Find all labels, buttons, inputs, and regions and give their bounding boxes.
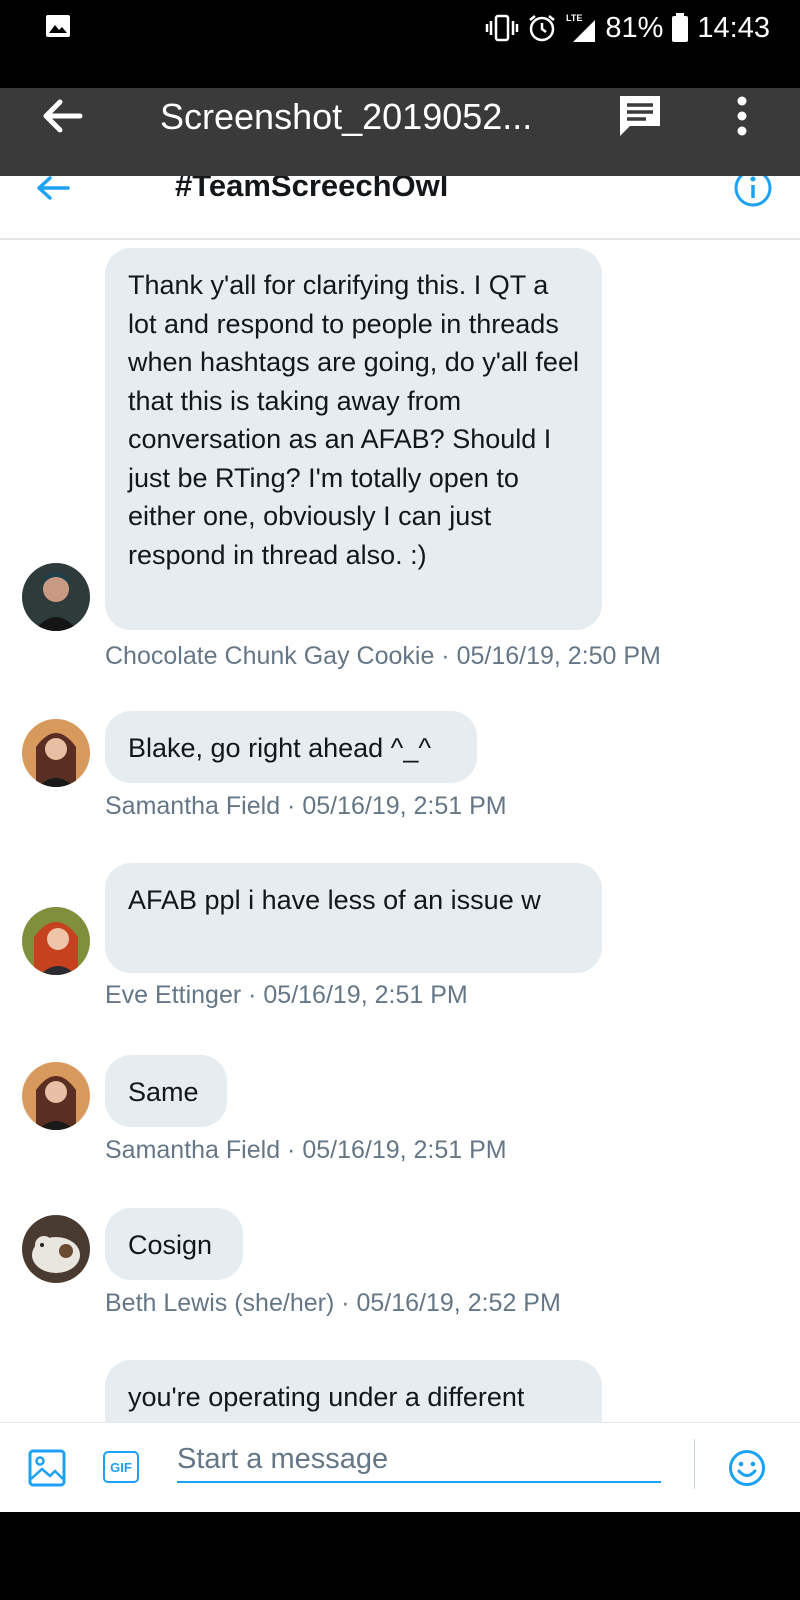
emoji-icon[interactable] <box>728 1449 766 1487</box>
message-bubble[interactable]: Blake, go right ahead ^_^ <box>105 711 477 783</box>
message-bubble[interactable]: AFAB ppl i have less of an issue w <box>105 863 602 973</box>
avatar-image <box>22 563 90 631</box>
viewer-title: Screenshot_2019052... <box>160 96 533 137</box>
vibrate-icon <box>486 14 519 42</box>
signal-lte-icon: LTE <box>566 13 596 42</box>
avatar[interactable] <box>22 719 90 787</box>
conversation-header: #TeamScreechOwl <box>0 176 800 240</box>
gif-button[interactable]: GIF <box>103 1451 139 1483</box>
message-composer: GIF <box>0 1422 800 1513</box>
alarm-icon <box>529 15 556 42</box>
message-meta: Samantha Field · 05/16/19, 2:51 PM <box>105 792 507 820</box>
message-meta: Beth Lewis (she/her) · 05/16/19, 2:52 PM <box>105 1289 561 1317</box>
avatar[interactable] <box>22 1215 90 1283</box>
status-bar: LTE 81% 14:43 <box>0 0 800 88</box>
message-input[interactable] <box>177 1437 661 1483</box>
divider <box>694 1439 695 1489</box>
info-icon[interactable] <box>733 176 773 208</box>
message-bubble[interactable]: you're operating under a different <box>105 1360 602 1422</box>
avatar-image <box>22 719 90 787</box>
conversation-title: #TeamScreechOwl <box>175 176 449 203</box>
image-upload-icon[interactable] <box>28 1449 66 1487</box>
avatar-image <box>22 907 90 975</box>
more-options-icon[interactable] <box>735 96 749 136</box>
message-meta: Samantha Field · 05/16/19, 2:51 PM <box>105 1136 507 1164</box>
message-meta: Eve Ettinger · 05/16/19, 2:51 PM <box>105 981 468 1009</box>
svg-text:LTE: LTE <box>566 13 582 23</box>
avatar-image <box>22 1062 90 1130</box>
message-list[interactable]: Thank y'all for clarifying this. I QT a … <box>0 240 800 1422</box>
avatar[interactable] <box>22 563 90 631</box>
message-meta: Chocolate Chunk Gay Cookie · 05/16/19, 2… <box>105 642 661 670</box>
clock: 14:43 <box>697 11 770 44</box>
message-bubble[interactable]: Cosign <box>105 1208 243 1280</box>
battery-percent: 81% <box>605 11 664 44</box>
back-arrow-icon[interactable] <box>36 176 70 200</box>
battery-icon <box>672 13 689 42</box>
system-nav-bar <box>0 1512 800 1600</box>
message-bubble[interactable]: Thank y'all for clarifying this. I QT a … <box>105 248 602 630</box>
message-bubble[interactable]: Same <box>105 1055 227 1127</box>
avatar-image <box>22 1215 90 1283</box>
back-arrow-icon[interactable] <box>40 96 84 136</box>
avatar[interactable] <box>22 1062 90 1130</box>
comment-icon[interactable] <box>616 92 664 140</box>
avatar[interactable] <box>22 907 90 975</box>
gallery-icon <box>46 15 70 37</box>
